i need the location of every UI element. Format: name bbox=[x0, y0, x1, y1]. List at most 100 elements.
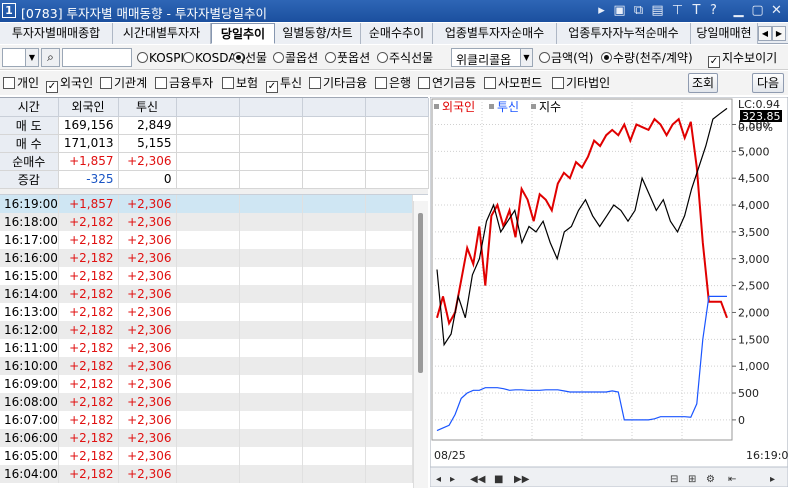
table-row[interactable]: 16:05:00 +2,182 +2,306 bbox=[0, 446, 413, 465]
radio-kospi[interactable]: KOSPI bbox=[137, 51, 184, 65]
checkbox-financial-investment[interactable]: 금융투자 bbox=[155, 76, 213, 90]
radio-indicator bbox=[233, 52, 244, 63]
cell-trust-net: +2,306 bbox=[118, 152, 177, 171]
scroll-right-icon[interactable]: ▸ bbox=[770, 474, 775, 485]
next-button[interactable]: 다음 bbox=[752, 73, 784, 93]
cell-foreign: +2,182 bbox=[58, 230, 119, 249]
tab-daily-trading[interactable]: 당일매매현 bbox=[691, 23, 758, 44]
table-row[interactable]: 16:08:00 +2,182 +2,306 bbox=[0, 392, 413, 411]
weekly-select[interactable]: 위클리콜옵 ▼ bbox=[451, 48, 533, 67]
cell-time: 16:04:00 bbox=[0, 464, 59, 483]
checkbox-institution[interactable]: 기관계 bbox=[100, 76, 147, 90]
chevron-down-icon[interactable]: ▼ bbox=[25, 49, 38, 66]
zoom-out-icon[interactable]: ⊟ bbox=[670, 474, 678, 485]
table-row[interactable]: 16:17:00 +2,182 +2,306 bbox=[0, 230, 413, 249]
checkbox-trust[interactable]: ✓ 투신 bbox=[266, 76, 302, 93]
table-row[interactable]: 16:11:00 +2,182 +2,306 bbox=[0, 338, 413, 357]
radio-stock-futures[interactable]: 주식선물 bbox=[377, 51, 433, 65]
checkbox-box bbox=[552, 77, 564, 89]
crosshair-icon[interactable]: ⇤ bbox=[728, 474, 736, 485]
table-row[interactable]: 16:12:00 +2,182 +2,306 bbox=[0, 320, 413, 339]
search-icon[interactable]: ⌕ bbox=[41, 48, 60, 67]
maximize-icon[interactable]: ▢ bbox=[750, 2, 765, 19]
font-size-icon[interactable]: T bbox=[689, 2, 704, 19]
legend-item-0: 외국인 bbox=[442, 100, 475, 114]
table-row[interactable]: 16:18:00 +2,182 +2,306 bbox=[0, 212, 413, 231]
memo-icon[interactable]: ▣ bbox=[612, 2, 627, 19]
cell-foreign: +2,182 bbox=[58, 212, 119, 231]
table-row[interactable]: 16:15:00 +2,182 +2,306 bbox=[0, 266, 413, 285]
radio-quantity[interactable]: 수량(천주/계약) bbox=[601, 51, 693, 65]
tab-daily-chart[interactable]: 일별동향/차트 bbox=[275, 23, 361, 44]
radio-amount[interactable]: 금액(억) bbox=[539, 51, 593, 65]
tab-net-buy-trend[interactable]: 순매수추이 bbox=[361, 23, 433, 44]
cell-trust: +2,306 bbox=[118, 392, 177, 411]
table-row[interactable]: 16:13:00 +2,182 +2,306 bbox=[0, 302, 413, 321]
table-row[interactable]: 16:06:00 +2,182 +2,306 bbox=[0, 428, 413, 447]
zoom-in-icon[interactable]: ⊞ bbox=[688, 474, 696, 485]
checkbox-pension[interactable]: 연기금등 bbox=[418, 76, 476, 90]
cell-trust-sell: 2,849 bbox=[118, 116, 177, 135]
scrollbar-thumb[interactable] bbox=[418, 213, 423, 373]
checkbox-insurance[interactable]: 보험 bbox=[222, 76, 258, 90]
table-row[interactable]: 16:04:00 +2,182 +2,306 bbox=[0, 464, 413, 483]
scroll-left-icon[interactable]: ◂ bbox=[436, 474, 441, 485]
checkbox-other-corp[interactable]: 기타법인 bbox=[552, 76, 610, 90]
help-icon[interactable]: ? bbox=[706, 2, 721, 19]
cell-trust: +2,306 bbox=[118, 266, 177, 285]
table-row[interactable]: 16:16:00 +2,182 +2,306 bbox=[0, 248, 413, 267]
checkbox-private-fund[interactable]: 사모펀드 bbox=[484, 76, 542, 90]
checkbox-other-finance[interactable]: 기타금융 bbox=[309, 76, 367, 90]
cell-time: 16:09:00 bbox=[0, 374, 59, 393]
check-icon: ✓ bbox=[266, 81, 278, 93]
tab-scroll-left-icon[interactable]: ◀ bbox=[758, 26, 772, 41]
cell-trust: +2,306 bbox=[118, 464, 177, 483]
y-tick-label: 2,500 bbox=[738, 280, 770, 293]
copy-icon[interactable]: ▤ bbox=[650, 2, 665, 19]
chevron-down-icon[interactable]: ▼ bbox=[520, 49, 532, 66]
checkbox-individual[interactable]: 개인 bbox=[3, 76, 39, 90]
name-field[interactable] bbox=[62, 48, 132, 67]
radio-put-option[interactable]: 풋옵션 bbox=[325, 51, 370, 65]
tab-scroll-right-icon[interactable]: ▶ bbox=[772, 26, 786, 41]
tab-investor-summary[interactable]: 투자자별매매종합 bbox=[0, 23, 113, 44]
play-icon[interactable]: ▸ bbox=[450, 474, 455, 485]
table-row[interactable]: 16:14:00 +2,182 +2,306 bbox=[0, 284, 413, 303]
table-row[interactable]: 16:10:00 +2,182 +2,306 bbox=[0, 356, 413, 375]
cell-time: 16:07:00 bbox=[0, 410, 59, 429]
stop-icon[interactable]: ■ bbox=[494, 474, 503, 485]
pin-icon[interactable]: ⊤ bbox=[670, 2, 685, 19]
table-row[interactable]: 16:19:00 +1,857 +2,306 bbox=[0, 194, 413, 213]
settings-icon[interactable]: ⚙ bbox=[706, 474, 715, 485]
cell-time: 16:12:00 bbox=[0, 320, 59, 339]
rewind-icon[interactable]: ◀◀ bbox=[470, 474, 486, 485]
show-index-checkbox[interactable]: ✓ 지수보이기 bbox=[708, 51, 777, 68]
cell-foreign: +2,182 bbox=[58, 410, 119, 429]
vertical-scrollbar[interactable] bbox=[413, 201, 428, 488]
checkbox-bank[interactable]: 은행 bbox=[375, 76, 411, 90]
fast-forward-icon[interactable]: ▶▶ bbox=[514, 474, 530, 485]
minimize-icon[interactable]: ▁ bbox=[731, 2, 746, 19]
title-bar: 1 [0783] 투자자별 매매동향 - 투자자별당일추이 ▸ ▣ ⧉ ▤ ⊤ … bbox=[0, 0, 788, 22]
tab-sector-cumulative[interactable]: 업종투자자누적순매수 bbox=[557, 23, 691, 44]
tab-daily-trend[interactable]: 당일추이 bbox=[211, 23, 275, 44]
row-label-buy: 매 수 bbox=[0, 134, 59, 153]
cell-foreign: +2,182 bbox=[58, 284, 119, 303]
table-row[interactable]: 16:07:00 +2,182 +2,306 bbox=[0, 410, 413, 429]
radio-call-option[interactable]: 콜옵션 bbox=[273, 51, 318, 65]
search-button[interactable]: 조회 bbox=[688, 73, 718, 93]
tab-sector-net-buy[interactable]: 업종별투자자순매수 bbox=[433, 23, 557, 44]
play-icon[interactable]: ▸ bbox=[594, 2, 609, 19]
cell-time: 16:13:00 bbox=[0, 302, 59, 321]
checkbox-foreign[interactable]: ✓ 외국인 bbox=[46, 76, 93, 93]
radio-futures[interactable]: 선물 bbox=[233, 51, 267, 65]
cell-foreign: +2,182 bbox=[58, 248, 119, 267]
code-combo[interactable]: ▼ bbox=[2, 48, 39, 67]
window-link-icon[interactable]: ⧉ bbox=[631, 2, 646, 19]
close-icon[interactable]: ✕ bbox=[769, 2, 784, 19]
cell-trust: +2,306 bbox=[118, 320, 177, 339]
table-row[interactable]: 16:09:00 +2,182 +2,306 bbox=[0, 374, 413, 393]
header-time: 시간 bbox=[0, 98, 59, 117]
tab-time-investor[interactable]: 시간대별투자자 bbox=[113, 23, 211, 44]
cell-trust-buy: 5,155 bbox=[118, 134, 177, 153]
